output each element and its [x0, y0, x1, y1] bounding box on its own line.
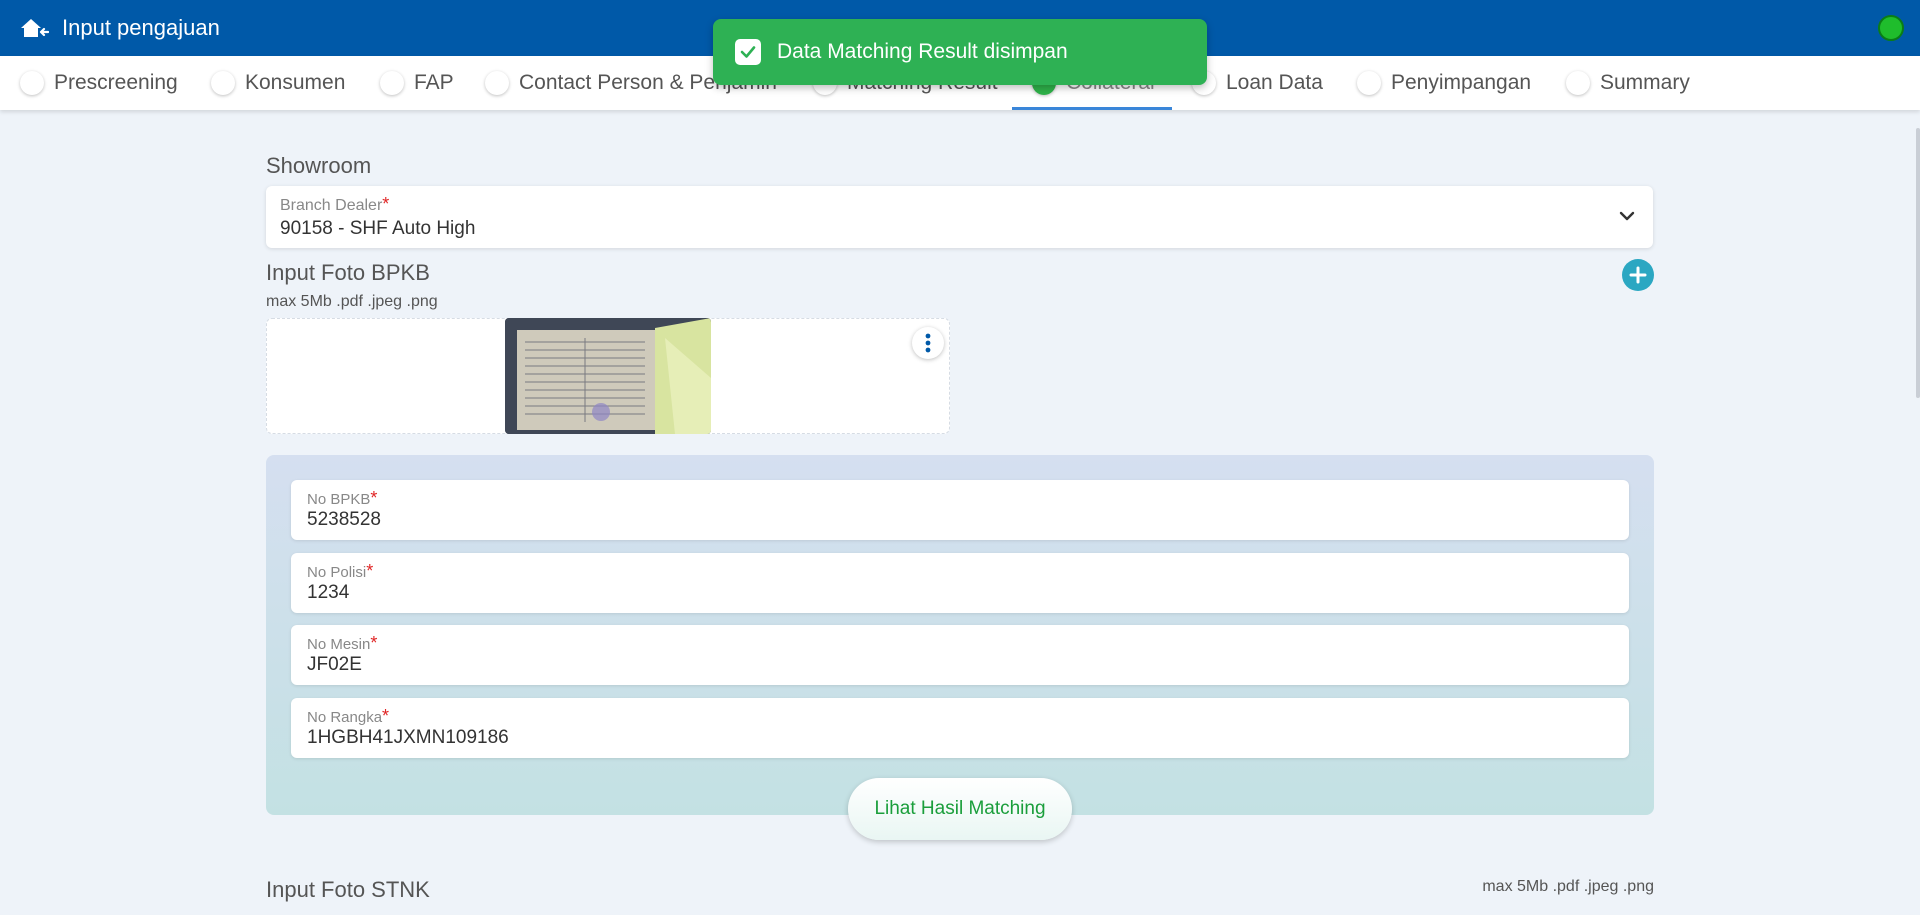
field-label: No BPKB* — [307, 488, 378, 508]
lihat-hasil-matching-button[interactable]: Lihat Hasil Matching — [848, 778, 1072, 840]
tab-label: FAP — [414, 71, 454, 94]
active-tab-underline — [1012, 107, 1172, 110]
status-indicator — [1878, 15, 1904, 41]
field-label: No Polisi* — [307, 561, 374, 581]
stnk-title: Input Foto STNK — [266, 877, 430, 902]
field-value: JF02E — [307, 654, 362, 675]
tab-label: Summary — [1600, 71, 1690, 94]
field-value: 1HGBH41JXMN109186 — [307, 727, 509, 748]
no-bpkb-field[interactable]: No BPKB* 5238528 — [291, 480, 1629, 540]
tab-label: Penyimpangan — [1391, 71, 1532, 94]
page-title: Input pengajuan — [62, 15, 220, 40]
required-mark: * — [370, 488, 378, 508]
checkmark-icon — [735, 39, 761, 65]
tab-label: Konsumen — [245, 71, 346, 94]
tab-summary[interactable]: Summary — [1566, 56, 1690, 110]
step-circle-icon — [1566, 71, 1590, 95]
branch-dealer-value: 90158 - SHF Auto High — [280, 218, 476, 239]
add-photo-plus-icon[interactable] — [1622, 259, 1654, 291]
step-circle-icon — [20, 71, 44, 95]
required-mark: * — [366, 561, 374, 581]
tab-label: Prescreening — [54, 71, 178, 94]
tab-label: Loan Data — [1226, 71, 1323, 94]
step-circle-icon — [1357, 71, 1381, 95]
bpkb-photo-thumbnail[interactable] — [505, 318, 711, 434]
branch-dealer-label: Branch Dealer* — [280, 194, 390, 214]
tab-konsumen[interactable]: Konsumen — [211, 56, 345, 110]
no-polisi-field[interactable]: No Polisi* 1234 — [291, 553, 1629, 613]
tab-fap[interactable]: FAP — [380, 56, 454, 110]
tab-loan-data[interactable]: Loan Data — [1192, 56, 1323, 110]
home-back-icon[interactable] — [18, 14, 50, 42]
success-toast: Data Matching Result disimpan — [713, 19, 1207, 85]
chevron-down-icon — [1617, 206, 1637, 231]
step-circle-icon — [485, 71, 509, 95]
bpkb-file-hint: max 5Mb .pdf .jpeg .png — [266, 293, 438, 310]
no-rangka-field[interactable]: No Rangka* 1HGBH41JXMN109186 — [291, 698, 1629, 758]
tab-prescreening[interactable]: Prescreening — [20, 56, 178, 110]
no-mesin-field[interactable]: No Mesin* JF02E — [291, 625, 1629, 685]
branch-dealer-select[interactable]: Branch Dealer* 90158 - SHF Auto High — [266, 186, 1653, 248]
step-circle-icon — [380, 71, 404, 95]
stnk-file-hint: max 5Mb .pdf .jpeg .png — [1482, 878, 1654, 895]
more-options-icon[interactable] — [912, 327, 944, 359]
step-circle-icon — [211, 71, 235, 95]
toast-message: Data Matching Result disimpan — [777, 40, 1068, 63]
field-label: No Mesin* — [307, 633, 378, 653]
required-mark: * — [370, 633, 378, 653]
field-value: 1234 — [307, 582, 350, 603]
scrollbar[interactable] — [1916, 128, 1920, 398]
required-mark: * — [382, 706, 390, 726]
required-mark: * — [382, 194, 390, 214]
field-value: 5238528 — [307, 509, 381, 530]
showroom-title: Showroom — [266, 153, 372, 178]
tab-penyimpangan[interactable]: Penyimpangan — [1357, 56, 1531, 110]
bpkb-title: Input Foto BPKB — [266, 260, 430, 285]
field-label: No Rangka* — [307, 706, 390, 726]
